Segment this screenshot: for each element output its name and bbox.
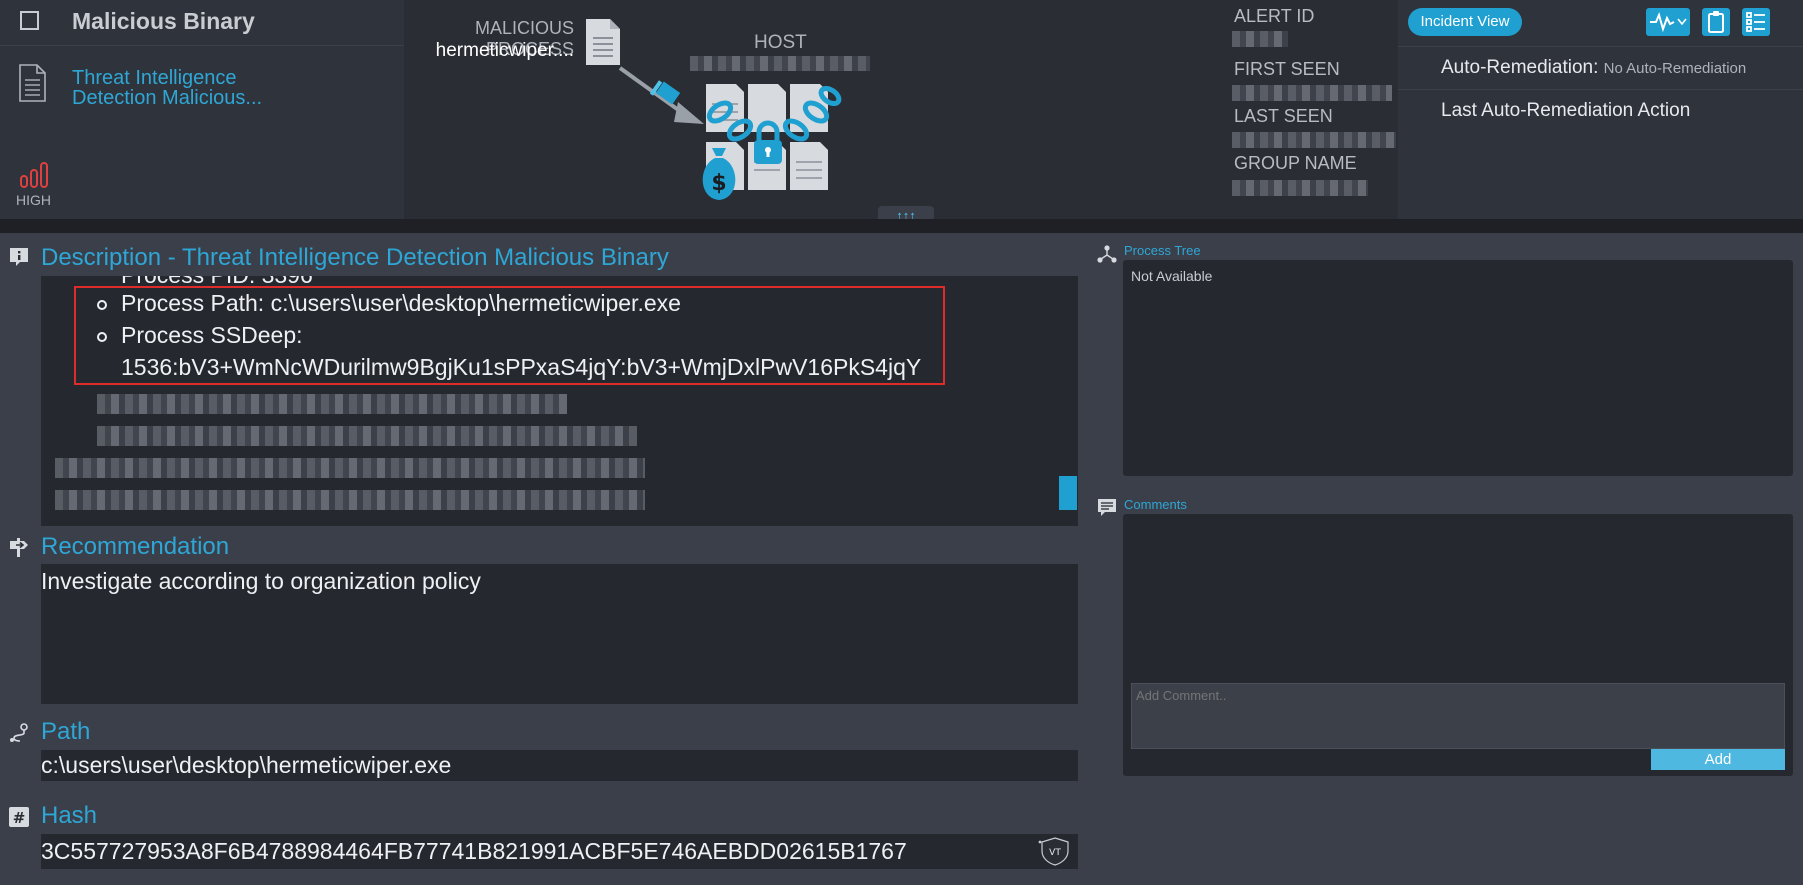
info-icon (8, 246, 30, 268)
path-route-icon (8, 722, 30, 744)
last-seen-label: LAST SEEN (1234, 106, 1333, 126)
activity-icon (1650, 12, 1687, 33)
hash-title: Hash (41, 802, 98, 829)
first-seen-redacted (1232, 85, 1392, 101)
path-value: c:\users\user\desktop\hermeticwiper.exe (41, 752, 452, 778)
alert-metadata: ALERT ID FIRST SEEN LAST SEEN GROUP NAME (1226, 0, 1398, 219)
rule-name-line-2: Detection Malicious... (72, 87, 263, 109)
recommendation-text: Investigate according to organization po… (41, 568, 481, 594)
title-row: Malicious Binary (0, 0, 404, 46)
alert-header: Malicious Binary Threat Intelligence Det… (0, 0, 1803, 226)
comments-panel: Add (1123, 514, 1793, 776)
hash-panel: 3C557727953A8F6B4788984464FB77741B821991… (41, 834, 1078, 869)
select-checkbox[interactable] (20, 11, 39, 30)
severity-label: HIGH (16, 192, 51, 208)
auto-remediation-key: Auto-Remediation: (1441, 57, 1599, 78)
auto-remediation-value: No Auto-Remediation (1603, 60, 1747, 77)
process-tree-title: Process Tree (1124, 243, 1201, 258)
svg-text:#: # (13, 809, 26, 827)
redacted-line-2 (97, 426, 637, 446)
activity-menu-button[interactable] (1646, 8, 1690, 36)
host-name-redacted (690, 56, 870, 71)
first-seen-label: FIRST SEEN (1234, 59, 1340, 79)
checklist-icon (1746, 12, 1765, 32)
add-comment-button[interactable]: Add (1651, 749, 1785, 770)
process-file-icon (585, 18, 621, 71)
process-tree-icon (1096, 244, 1118, 271)
description-scrollbar[interactable] (1059, 476, 1077, 510)
group-name-label: GROUP NAME (1234, 153, 1357, 173)
highlight-box (74, 286, 945, 385)
malicious-process-name: hermeticwiper.... (435, 40, 574, 61)
recommendation-panel: Investigate according to organization po… (41, 564, 1078, 704)
rule-name-link[interactable]: Threat Intelligence Detection Malicious.… (72, 68, 372, 108)
header-divider (0, 219, 1803, 233)
auto-remediation-label: Auto-Remediation: No Auto-Remediation (1441, 57, 1746, 79)
virustotal-button[interactable]: VT (1037, 836, 1073, 866)
redacted-line-4 (55, 490, 645, 510)
path-title: Path (41, 718, 91, 745)
add-comment-input[interactable] (1131, 683, 1785, 749)
hash-value: 3C557727953A8F6B4788984464FB77741B821991… (41, 838, 907, 864)
virustotal-shield-icon: VT (1038, 837, 1069, 866)
incident-view-button[interactable]: Incident View (1408, 8, 1522, 36)
host-label: HOST (754, 32, 807, 53)
svg-text:$: $ (711, 171, 726, 196)
group-name-redacted (1232, 180, 1368, 196)
recommendation-sign-icon (8, 536, 30, 558)
clipboard-button[interactable] (1702, 8, 1730, 36)
auto-remediation-row: Auto-Remediation: No Auto-Remediation (1398, 46, 1803, 90)
process-tree-panel: Not Available (1123, 260, 1793, 476)
alert-id-redacted (1232, 31, 1288, 47)
process-tree-empty: Not Available (1131, 268, 1213, 284)
recommendation-title: Recommendation (41, 533, 230, 560)
document-icon (18, 64, 46, 107)
clipboard-icon (1708, 11, 1724, 33)
last-seen-redacted (1232, 132, 1396, 148)
path-panel: c:\users\user\desktop\hermeticwiper.exe (41, 750, 1078, 781)
alert-id-label: ALERT ID (1234, 6, 1315, 26)
list-button[interactable] (1742, 8, 1770, 36)
alert-title: Malicious Binary (72, 8, 255, 34)
alert-summary: Malicious Binary Threat Intelligence Det… (0, 0, 404, 219)
attack-diagram: MALICIOUS PROCESS hermeticwiper.... HOST (404, 0, 1236, 226)
comments-icon (1096, 497, 1118, 524)
ransom-money-bag-icon: $ (696, 146, 742, 207)
redacted-line-1 (97, 394, 567, 414)
virustotal-label: VT (1049, 848, 1061, 858)
comments-title: Comments (1124, 497, 1187, 512)
alert-actions: Incident View Auto-Remediation: No Auto-… (1398, 0, 1803, 219)
severity-bars-icon (20, 162, 48, 193)
hash-icon: # (8, 806, 30, 828)
rule-name-line-1: Threat Intelligence (72, 67, 237, 89)
last-remediation-action-label: Last Auto-Remediation Action (1441, 100, 1691, 121)
description-title: Description - Threat Intelligence Detect… (41, 244, 669, 271)
redacted-line-3 (55, 458, 645, 478)
